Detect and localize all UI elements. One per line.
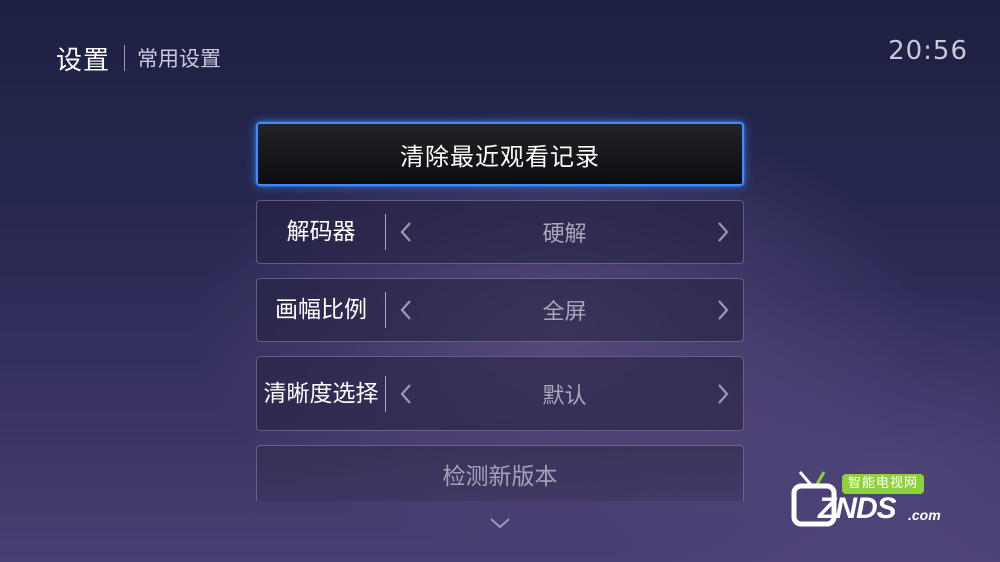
header-divider (124, 45, 126, 71)
chevron-left-icon[interactable] (386, 278, 426, 342)
check-update-button[interactable]: 检测新版本 (256, 445, 744, 501)
aspect-ratio-label: 画幅比例 (275, 297, 367, 323)
znds-watermark: 智能电视网 ZNDS .com (790, 462, 960, 532)
clear-history-label: 清除最近观看记录 (400, 142, 600, 171)
clock: 20:56 (888, 36, 968, 66)
page-subtitle: 常用设置 (137, 47, 222, 71)
chevron-left-icon[interactable] (386, 200, 426, 264)
resolution-value: 默认 (542, 383, 587, 409)
watermark-cn-text: 智能电视网 (842, 474, 925, 494)
page-header: 设置 常用设置 (56, 38, 221, 78)
chevron-right-icon[interactable] (703, 278, 743, 342)
watermark-brand: ZNDS (818, 492, 897, 525)
resolution-label: 清晰度选择 (263, 380, 379, 407)
page-title: 设置 (56, 45, 111, 76)
decoder-option[interactable]: 解码器 硬解 (256, 200, 744, 264)
chevron-left-icon[interactable] (386, 362, 426, 426)
aspect-ratio-option[interactable]: 画幅比例 全屏 (256, 278, 744, 342)
resolution-option[interactable]: 清晰度选择 默认 (256, 356, 744, 431)
decoder-value: 硬解 (542, 222, 587, 247)
clear-history-button[interactable]: 清除最近观看记录 (256, 122, 744, 186)
chevron-right-icon[interactable] (703, 200, 743, 264)
chevron-right-icon[interactable] (703, 362, 743, 426)
chevron-down-icon (488, 514, 512, 532)
check-update-label: 检测新版本 (442, 463, 558, 490)
aspect-ratio-value: 全屏 (542, 300, 587, 325)
watermark-suffix: .com (908, 507, 941, 523)
settings-menu: 清除最近观看记录 解码器 硬解 画幅比例 全屏 清晰度选择 默认 检测新版本 (256, 122, 744, 515)
decoder-label: 解码器 (286, 219, 356, 245)
